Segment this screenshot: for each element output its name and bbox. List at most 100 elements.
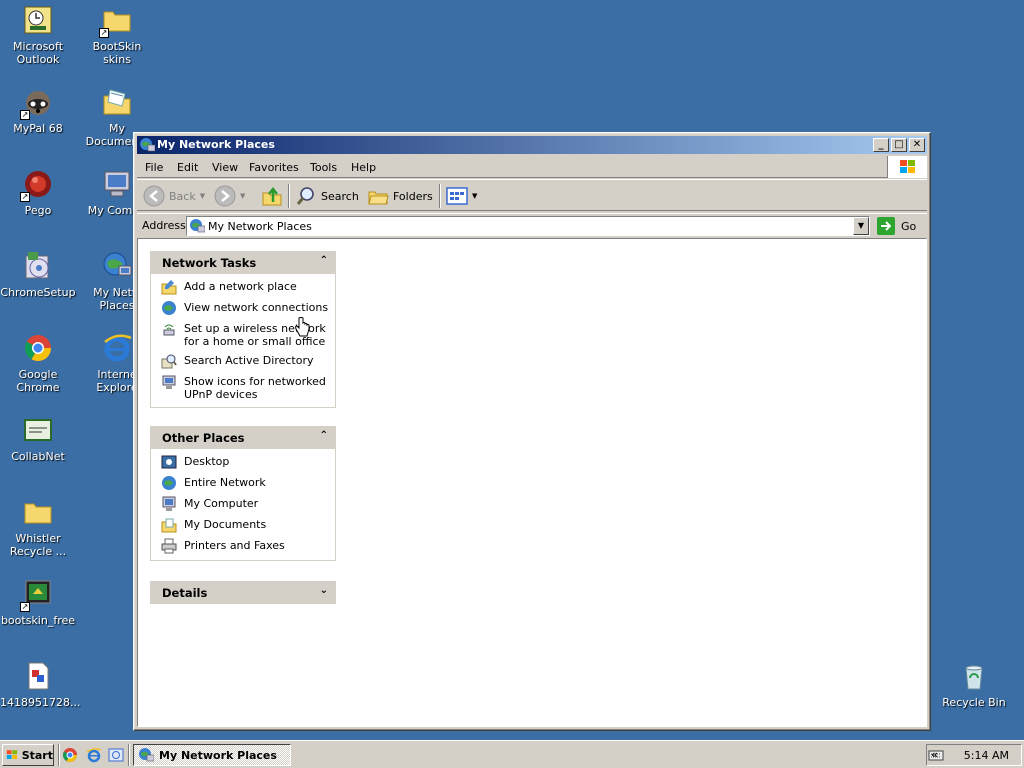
add-network-place-icon [161, 280, 177, 295]
close-button[interactable]: ✕ [909, 138, 925, 152]
taskbar-separator [58, 744, 60, 766]
desktop-icon-microsoft-outlook[interactable]: Microsoft Outlook [0, 4, 76, 66]
quicklaunch-desktop-icon[interactable] [108, 747, 124, 763]
go-button[interactable]: Go [877, 217, 916, 235]
views-button[interactable]: ▼ [446, 184, 477, 208]
toolbar-separator [439, 184, 441, 208]
quicklaunch-chrome-icon[interactable] [62, 747, 78, 763]
my-documents-icon [101, 86, 133, 118]
folders-button[interactable]: Folders [367, 184, 433, 208]
other-places-header[interactable]: Other Places ⌃ [150, 426, 336, 449]
back-arrow-icon [143, 185, 165, 207]
start-button[interactable]: Start [2, 744, 54, 766]
minimize-button[interactable]: _ [873, 138, 889, 152]
network-connections-icon [162, 301, 176, 315]
up-folder-icon [262, 186, 282, 206]
desktop-icon [161, 455, 177, 469]
quicklaunch-ie-icon[interactable] [86, 747, 102, 763]
desktop-icon-mypal[interactable]: ↗ MyPal 68 [0, 86, 76, 135]
document-icon [22, 660, 54, 692]
chrome-setup-icon [22, 250, 54, 282]
task-show-upnp-icons[interactable]: Show icons for networked UPnP devices [161, 375, 335, 401]
task-search-active-directory[interactable]: Search Active Directory [161, 354, 335, 369]
go-arrow-icon [877, 217, 895, 235]
place-desktop[interactable]: Desktop [161, 455, 335, 470]
place-printers-and-faxes[interactable]: Printers and Faxes [161, 538, 335, 554]
entire-network-icon [162, 476, 176, 490]
recycle-bin-icon [958, 660, 990, 692]
menu-bar: File Edit View Favorites Tools Help [137, 156, 927, 178]
collapse-chevron-icon[interactable]: ⌃ [320, 255, 328, 266]
search-directory-icon [161, 354, 177, 369]
other-places-list: Desktop Entire Network My Computer My Do… [150, 449, 336, 561]
title-bar[interactable]: My Network Places _ □ ✕ [137, 136, 927, 154]
window-title: My Network Places [157, 138, 275, 151]
desktop-icon-bootskin-free[interactable]: ↗ bootskin_free [0, 578, 76, 627]
desktop-icon-pego[interactable]: ↗ Pego [0, 168, 76, 217]
menu-help[interactable]: Help [351, 161, 376, 174]
folder-icon [22, 496, 54, 528]
explorer-window[interactable]: My Network Places _ □ ✕ File Edit View F… [133, 132, 931, 731]
windows-flag-icon [6, 750, 18, 759]
desktop-icon-bootskin-skins[interactable]: ↗ BootSkin skins [79, 4, 155, 66]
place-entire-network[interactable]: Entire Network [161, 476, 335, 491]
search-button[interactable]: Search [295, 184, 359, 208]
desktop-icon-whistler-recycle[interactable]: Whistler Recycle ... [0, 496, 76, 558]
content-area: Network Tasks ⌃ Add a network place View… [137, 238, 927, 727]
pego-icon: ↗ [20, 168, 54, 202]
network-tasks-header[interactable]: Network Tasks ⌃ [150, 251, 336, 274]
network-tasks-list: Add a network place View network connect… [150, 274, 336, 408]
place-my-computer[interactable]: My Computer [161, 496, 335, 512]
details-header[interactable]: Details ⌄ [150, 581, 336, 604]
search-icon [296, 187, 314, 205]
taskbar-button-my-network-places[interactable]: My Network Places [133, 744, 291, 766]
address-input[interactable]: My Network Places ▼ [186, 216, 870, 236]
address-value: My Network Places [208, 220, 312, 233]
tray-expand-chevron-icon[interactable]: « [931, 748, 938, 761]
network-places-icon [101, 250, 133, 282]
address-dropdown-icon[interactable]: ▼ [853, 217, 869, 235]
shortcut-arrow-icon: ↗ [99, 28, 109, 38]
network-places-icon [189, 218, 206, 234]
taskbar: Start My Network Places « 5:14 AM [0, 740, 1024, 768]
shortcut-arrow-icon: ↗ [20, 110, 30, 120]
forward-dropdown-icon[interactable]: ▼ [240, 192, 245, 200]
clock[interactable]: 5:14 AM [964, 749, 1009, 762]
menu-edit[interactable]: Edit [177, 161, 198, 174]
forward-button[interactable]: ▼ [214, 184, 245, 208]
collapse-chevron-icon[interactable]: ⌃ [320, 430, 328, 441]
menu-tools[interactable]: Tools [310, 161, 337, 174]
menu-favorites[interactable]: Favorites [249, 161, 299, 174]
views-dropdown-icon[interactable]: ▼ [472, 192, 477, 200]
up-folder-button[interactable] [261, 184, 283, 208]
folders-icon [368, 191, 389, 205]
task-add-network-place[interactable]: Add a network place [161, 280, 335, 295]
menu-file[interactable]: File [145, 161, 163, 174]
task-view-network-connections[interactable]: View network connections [161, 301, 335, 316]
desktop-icon-document[interactable]: 1418951728... [0, 660, 80, 709]
back-dropdown-icon[interactable]: ▼ [200, 192, 205, 200]
network-places-icon [139, 748, 154, 762]
address-label: Address [142, 219, 186, 232]
system-tray: « 5:14 AM [926, 744, 1022, 766]
place-my-documents[interactable]: My Documents [161, 518, 335, 533]
desktop-icon-recycle-bin[interactable]: Recycle Bin [936, 660, 1012, 709]
maximize-button[interactable]: □ [891, 138, 907, 152]
collabnet-icon [22, 414, 54, 446]
standard-toolbar: Back ▼ ▼ Search Folders ▼ [137, 179, 927, 211]
details-panel: Details ⌄ [150, 581, 336, 604]
desktop-icon-google-chrome[interactable]: Google Chrome [0, 332, 76, 394]
shortcut-arrow-icon: ↗ [20, 602, 30, 612]
bootskin-icon: ↗ [20, 578, 54, 612]
expand-chevron-icon[interactable]: ⌄ [320, 585, 328, 596]
hand-cursor-icon [295, 317, 310, 337]
network-places-icon [139, 137, 156, 153]
my-computer-icon [162, 496, 176, 511]
folder-icon: ↗ [99, 4, 133, 38]
back-button[interactable]: Back ▼ [143, 184, 205, 208]
desktop-icon-collabnet[interactable]: CollabNet [0, 414, 76, 463]
desktop-icon-chromesetup[interactable]: ChromeSetup [0, 250, 76, 299]
menu-view[interactable]: View [212, 161, 238, 174]
other-places-panel: Other Places ⌃ Desktop Entire Network My… [150, 426, 336, 561]
address-bar: Address My Network Places ▼ Go [137, 213, 927, 237]
